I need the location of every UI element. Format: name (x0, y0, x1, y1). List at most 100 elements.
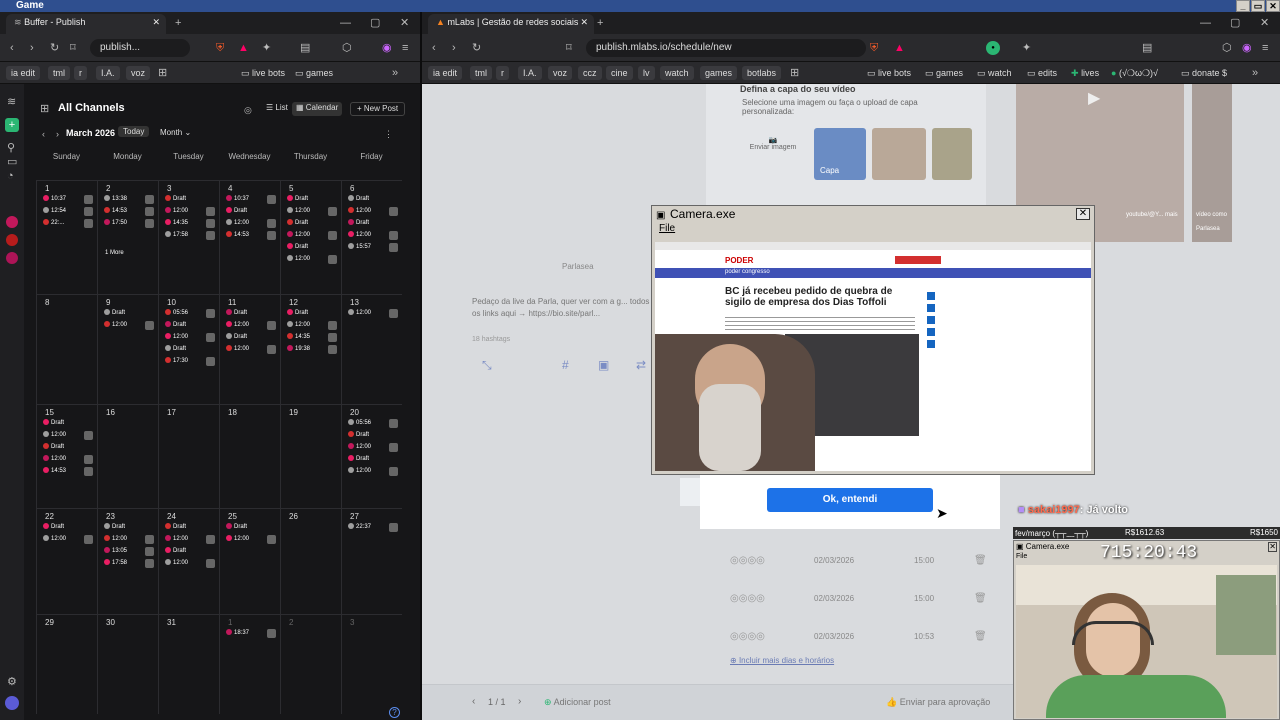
network-icons[interactable]: ◎◎◎◎ (730, 593, 765, 604)
address-bar[interactable]: publish.mlabs.io/schedule/new (586, 39, 866, 57)
prev-page-icon[interactable]: ‹ (472, 696, 475, 707)
scheduled-post[interactable]: 12:00 (287, 231, 310, 240)
rewards-icon[interactable]: ▲ (894, 42, 905, 54)
back-icon[interactable]: ‹ (10, 42, 14, 54)
calendar-day-cell[interactable]: 3 (341, 614, 402, 714)
bookmark-lv[interactable]: lv (638, 66, 655, 80)
collapse-icon[interactable]: ⤡ (482, 358, 492, 373)
scheduled-post[interactable]: Draft (287, 195, 308, 204)
delete-icon[interactable]: 🗑 (974, 593, 987, 604)
mini-close-icon[interactable]: ✕ (1268, 542, 1277, 552)
cover-option-selected[interactable]: Capa (814, 128, 866, 180)
create-icon[interactable]: + (5, 118, 19, 132)
calendar-day-cell[interactable]: 12 Draft 12:00 14:35 19:38 (280, 294, 341, 404)
more-options-icon[interactable]: ⋮ (384, 128, 393, 140)
scheduled-post[interactable]: 15:57 (348, 243, 371, 252)
wallet-icon[interactable]: ▤ (300, 42, 310, 54)
scheduled-post[interactable]: 10:37 (43, 195, 66, 204)
scheduled-post[interactable]: 13:05 (104, 547, 127, 556)
rewards-icon[interactable]: ▲ (238, 42, 249, 54)
forward-icon[interactable]: › (452, 42, 456, 54)
add-post-button[interactable]: ⊕ Adicionar post (544, 697, 611, 708)
schedule-date[interactable]: 02/03/2026 (814, 556, 854, 565)
calendar-day-cell[interactable]: 8 (36, 294, 97, 404)
calendar-day-cell[interactable]: 2 (280, 614, 341, 714)
channel-avatar-2[interactable] (6, 234, 18, 246)
calendar-day-cell[interactable]: 16 (97, 404, 158, 508)
bookmark-games[interactable]: games (700, 66, 738, 80)
bookmark-watch[interactable]: watch (660, 66, 694, 80)
calendar-day-cell[interactable]: 29 (36, 614, 97, 714)
scheduled-post[interactable]: Draft (348, 219, 369, 228)
scheduled-post[interactable]: Draft (165, 345, 186, 354)
inbox-icon[interactable]: ▭ (7, 156, 17, 168)
scheduled-post[interactable]: 12:00 (165, 559, 188, 568)
scheduled-post[interactable]: 12:54 (43, 207, 66, 216)
send-image-button[interactable]: 📷 Enviar imagem (742, 128, 804, 180)
win-minimize-icon[interactable]: — (1200, 17, 1211, 29)
mini-menu-file[interactable]: File (1016, 553, 1027, 560)
scheduled-post[interactable]: Draft (348, 455, 369, 464)
scheduled-post[interactable]: 14:35 (287, 333, 310, 342)
bookmark-lives[interactable]: ✚ lives (1066, 66, 1104, 80)
view-list-button[interactable]: ☰ List (262, 102, 292, 116)
win-close-icon[interactable]: ✕ (1260, 17, 1269, 29)
scheduled-post[interactable]: 12:00 (43, 535, 66, 544)
repeat-icon[interactable]: ⇄ (636, 358, 646, 372)
bookmark-botlabs[interactable]: botlabs (742, 66, 782, 80)
scheduled-post[interactable]: 12:00 (43, 431, 66, 440)
schedule-time[interactable]: 10:53 (914, 632, 934, 641)
scheduled-post[interactable]: 12:00 (287, 207, 310, 216)
scheduled-post[interactable]: Draft (226, 309, 247, 318)
new-tab-icon[interactable]: + (175, 17, 181, 29)
calendar-day-cell[interactable]: 24 Draft 12:00 Draft 12:00 (158, 508, 219, 614)
calendar-day-cell[interactable]: 13 12:00 (341, 294, 402, 404)
scheduled-post[interactable]: 12:00 (348, 443, 371, 452)
calendar-day-cell[interactable]: 2 13:38 14:53 17:50 (97, 180, 158, 294)
calendar-day-cell[interactable]: 19 (280, 404, 341, 508)
view-calendar-button[interactable]: ▦ Calendar (292, 102, 343, 116)
scheduled-post[interactable]: Draft (43, 443, 64, 452)
scheduled-post[interactable]: Draft (226, 333, 247, 342)
scheduled-post[interactable]: 17:30 (165, 357, 188, 366)
bookmark-r[interactable]: r (496, 66, 509, 80)
bookmark-edits[interactable]: ▭ edits (1022, 66, 1062, 80)
brave-shield-icon[interactable]: ⛨ (870, 42, 878, 54)
settings-icon[interactable]: ⚙ (7, 676, 17, 688)
scheduled-post[interactable]: 12:00 (104, 321, 127, 330)
bookmark-ia[interactable]: I.A. (518, 66, 542, 80)
scheduled-post[interactable]: 19:38 (287, 345, 310, 354)
leo-icon[interactable]: ◉ (1242, 42, 1252, 54)
delete-icon[interactable]: 🗑 (974, 631, 987, 642)
calendar-day-cell[interactable]: 15 Draft 12:00 Draft 12:00 14:53 (36, 404, 97, 508)
schedule-time[interactable]: 15:00 (914, 556, 934, 565)
next-page-icon[interactable]: › (518, 696, 521, 707)
bookmark-voz[interactable]: voz (548, 66, 573, 80)
bookmark-live-bots[interactable]: ▭ live bots (236, 66, 290, 80)
new-post-button[interactable]: + New Post (350, 102, 406, 116)
wallet-icon[interactable]: ▤ (1142, 42, 1152, 54)
scheduled-post[interactable]: 12:00 (226, 535, 249, 544)
win-maximize-icon[interactable]: ▢ (1230, 17, 1240, 29)
cover-option-3[interactable] (932, 128, 972, 180)
scheduled-post[interactable]: 12:00 (287, 255, 310, 264)
add-more-link[interactable]: ⊕ Incluir mais dias e horários (730, 656, 834, 665)
new-tab-icon[interactable]: + (597, 17, 603, 29)
scheduled-post[interactable]: 14:53 (43, 467, 66, 476)
bookmark-r[interactable]: r (74, 66, 87, 80)
scheduled-post[interactable]: 12:00 (165, 535, 188, 544)
bookmark-watch-2[interactable]: ▭ watch (972, 66, 1017, 80)
ok-button[interactable]: Ok, entendi (767, 488, 933, 512)
close-icon[interactable]: ✕ (1266, 0, 1280, 12)
menu-icon[interactable]: ≡ (402, 42, 408, 54)
buffer-home-icon[interactable]: ≋ (7, 96, 16, 108)
notification-icon[interactable]: ◎ (244, 104, 252, 116)
extensions-icon[interactable]: ✦ (1022, 42, 1031, 54)
scheduled-post[interactable]: Draft (165, 321, 186, 330)
scheduled-post[interactable]: 05:56 (348, 419, 371, 428)
bookmark-voz[interactable]: voz (126, 66, 151, 80)
scheduled-post[interactable]: 12:00 (348, 309, 371, 318)
scheduled-post[interactable]: 12:00 (165, 207, 188, 216)
forward-icon[interactable]: › (30, 42, 34, 54)
schedule-date[interactable]: 02/03/2026 (814, 632, 854, 641)
